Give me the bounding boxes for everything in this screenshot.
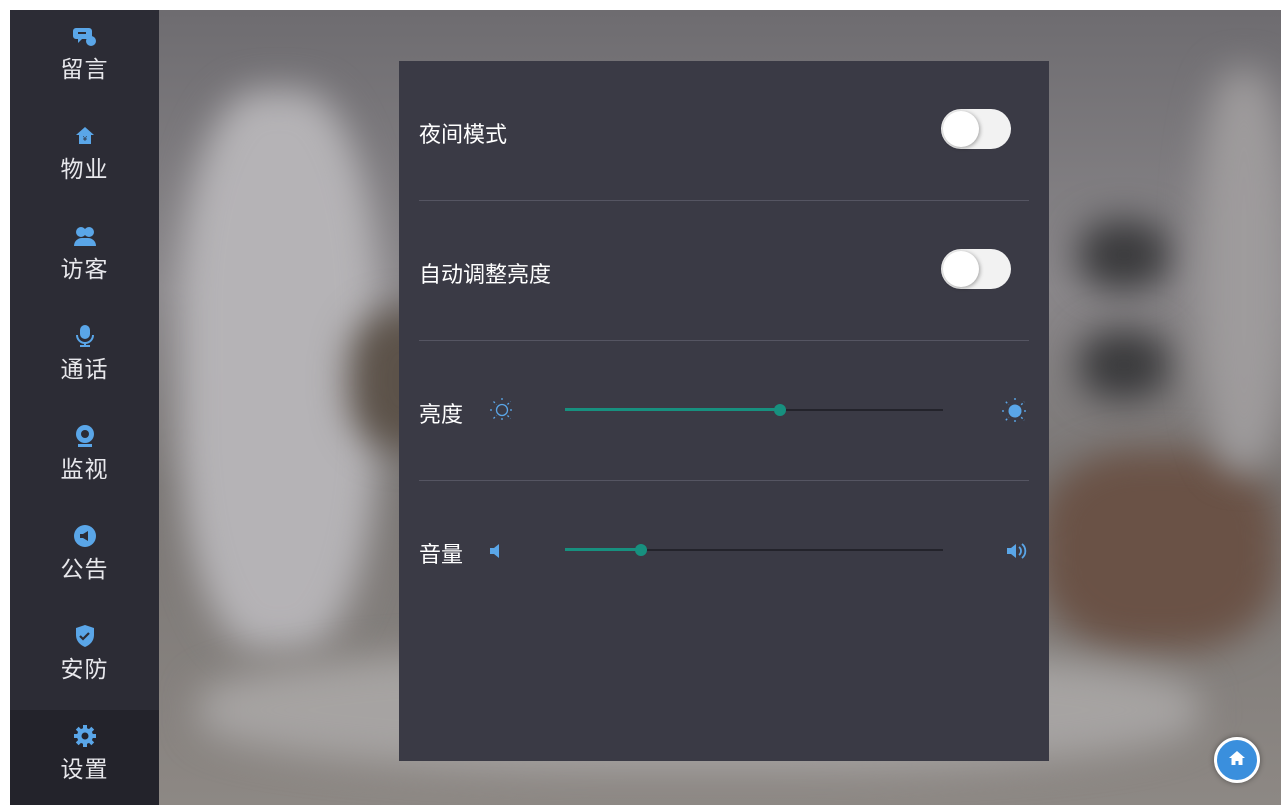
volume-row: 音量 (419, 481, 1029, 621)
sidebar-item-label: 公告 (60, 557, 109, 583)
brightness-row: 亮度 (419, 341, 1029, 481)
toggle-knob (943, 111, 979, 147)
visitors-icon (73, 224, 97, 248)
night-mode-label: 夜间模式 (419, 123, 508, 148)
sidebar-item-security[interactable]: 安防 (10, 610, 159, 710)
auto-brightness-label: 自动调整亮度 (419, 263, 552, 288)
night-mode-row: 夜间模式 (419, 61, 1029, 201)
slider-fill (565, 548, 641, 551)
megaphone-icon (73, 524, 97, 548)
sidebar-item-message[interactable]: 留言 (10, 10, 159, 110)
home-button[interactable] (1214, 737, 1260, 783)
shield-icon (73, 624, 97, 648)
slider-thumb[interactable] (634, 544, 647, 556)
sidebar-item-property[interactable]: ¥ 物业 (10, 110, 159, 210)
toggle-knob (943, 251, 979, 287)
brightness-label: 亮度 (419, 403, 464, 428)
sidebar-item-call[interactable]: 通话 (10, 310, 159, 410)
gear-icon (73, 724, 97, 748)
sidebar-item-settings[interactable]: 设置 (10, 710, 159, 805)
microphone-icon (73, 324, 97, 348)
auto-brightness-row: 自动调整亮度 (419, 201, 1029, 341)
app-window: 留言 ¥ 物业 访客 通话 监视 公告 安防 设置 夜间模式 自动调整亮度 亮度… (10, 10, 1281, 805)
property-home-icon: ¥ (73, 124, 97, 148)
sidebar-item-notice[interactable]: 公告 (10, 510, 159, 610)
camera-icon (73, 424, 97, 448)
sidebar-item-label: 访客 (60, 257, 109, 283)
home-icon (1228, 749, 1246, 771)
brightness-slider[interactable] (565, 404, 943, 416)
night-mode-toggle[interactable] (941, 109, 1011, 149)
volume-slider[interactable] (565, 544, 943, 556)
sidebar-item-label: 通话 (60, 357, 109, 383)
sidebar-item-label: 安防 (60, 657, 109, 683)
sidebar-item-label: 物业 (60, 157, 109, 183)
sun-outline-icon (489, 397, 515, 423)
sidebar-item-label: 设置 (60, 757, 109, 783)
sidebar-item-label: 留言 (60, 57, 109, 83)
svg-text:¥: ¥ (82, 135, 87, 143)
speaker-low-icon (487, 541, 503, 561)
sidebar-item-label: 监视 (60, 457, 109, 483)
auto-brightness-toggle[interactable] (941, 249, 1011, 289)
speaker-high-icon (1005, 541, 1031, 561)
slider-fill (565, 408, 781, 411)
sidebar-item-monitor[interactable]: 监视 (10, 410, 159, 510)
slider-thumb[interactable] (774, 404, 787, 416)
sun-filled-icon (1001, 397, 1029, 425)
sidebar: 留言 ¥ 物业 访客 通话 监视 公告 安防 设置 (10, 10, 159, 805)
sidebar-item-visitors[interactable]: 访客 (10, 210, 159, 310)
message-icon (72, 24, 97, 48)
volume-label: 音量 (419, 543, 464, 568)
settings-panel: 夜间模式 自动调整亮度 亮度 音量 (399, 61, 1049, 761)
